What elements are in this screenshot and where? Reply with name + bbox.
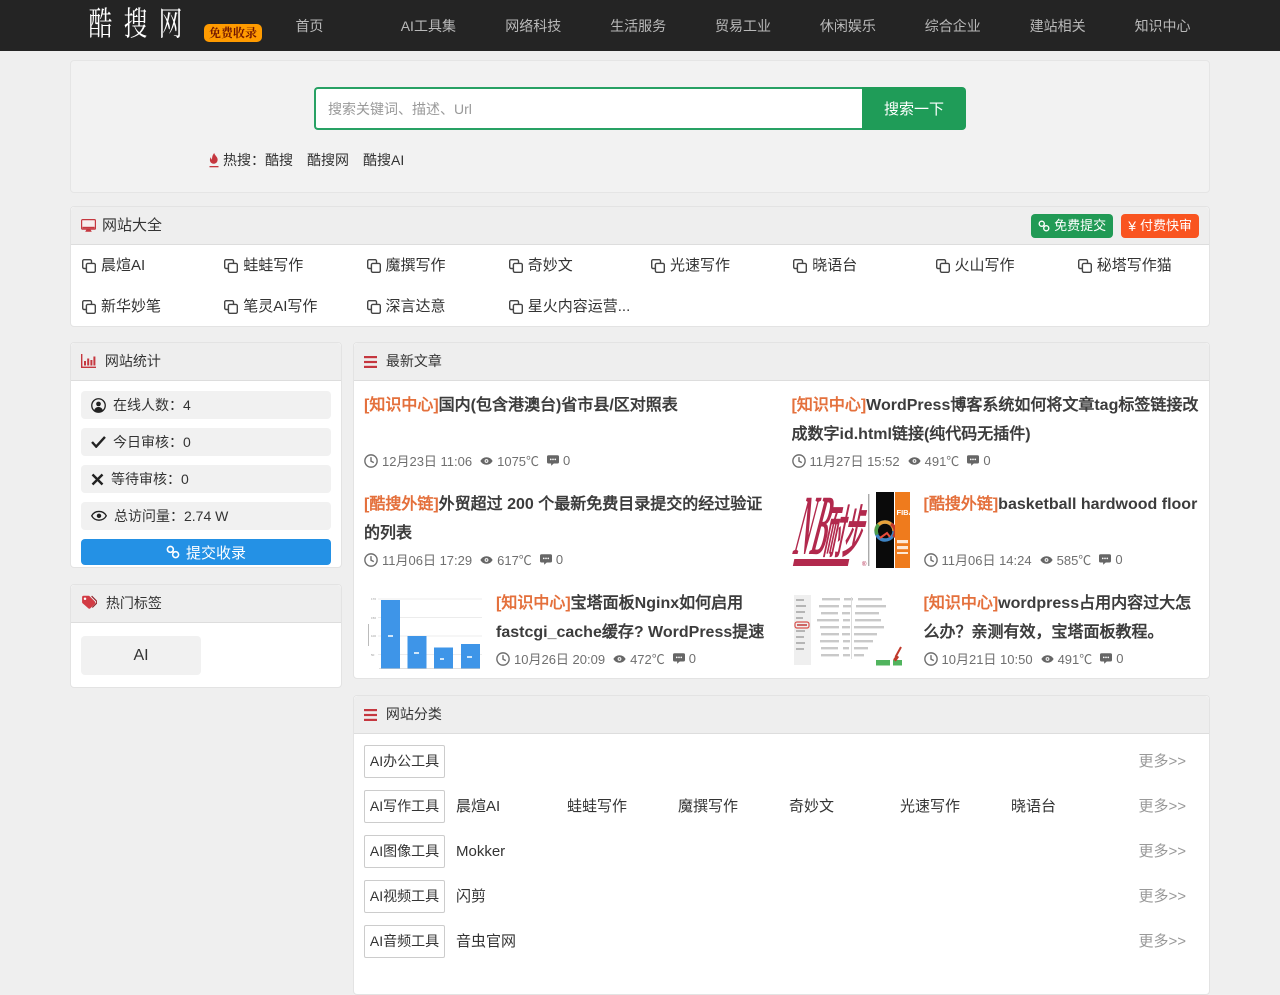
svg-text:150: 150 [371,616,376,620]
svg-text:FIBA: FIBA [896,508,912,517]
svg-text:50: 50 [371,653,375,657]
svg-text:®: ® [862,561,867,568]
svg-text:170: 170 [371,597,376,601]
svg-text:100: 100 [371,634,376,638]
